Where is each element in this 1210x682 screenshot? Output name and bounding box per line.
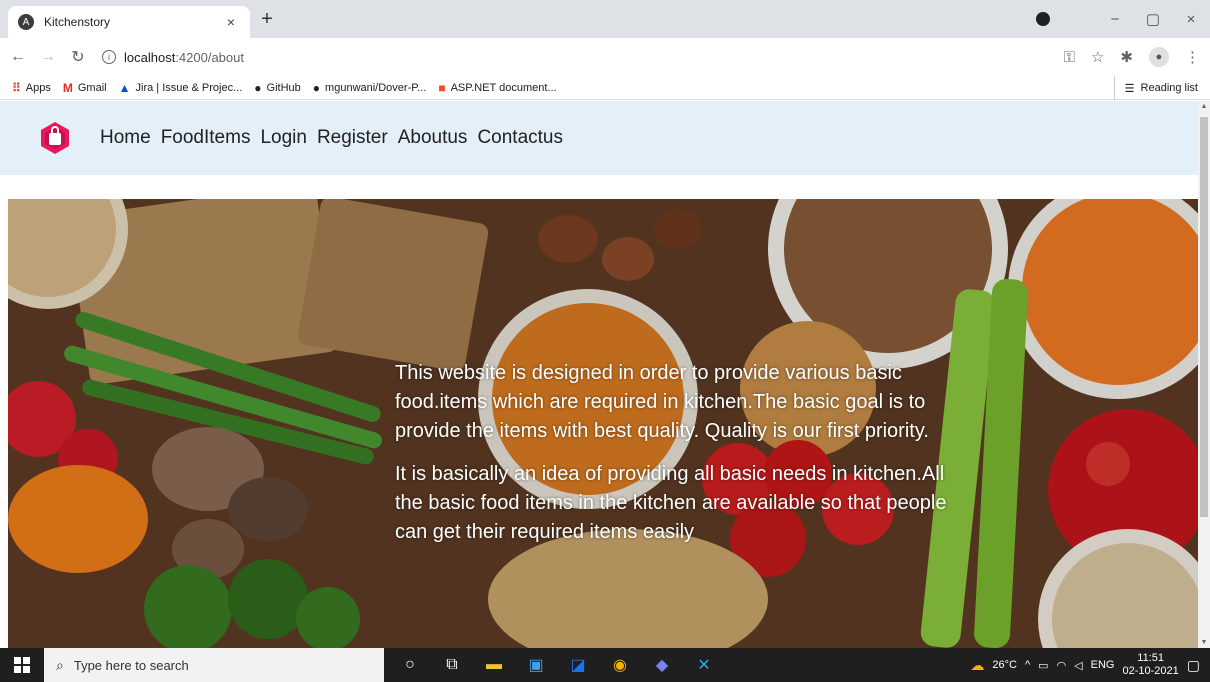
angular-favicon-icon: A <box>18 14 34 30</box>
bookmark-label: GitHub <box>266 81 301 94</box>
browser-tab[interactable]: A Kitchenstory × <box>8 6 250 38</box>
search-icon: ⌕ <box>56 656 64 673</box>
scroll-up-icon[interactable]: ▲ <box>1198 103 1210 110</box>
clock-time: 11:51 <box>1137 652 1164 664</box>
nav-contactus[interactable]: Contactus <box>477 127 563 149</box>
hero-food-image: This website is designed in order to pro… <box>8 199 1198 648</box>
gmail-icon: M <box>62 80 73 95</box>
bookmark-label: ASP.NET document... <box>450 81 557 94</box>
nav-login[interactable]: Login <box>260 127 307 149</box>
about-text: This website is designed in order to pro… <box>395 359 955 561</box>
file-explorer-icon[interactable]: ▬ <box>482 653 506 677</box>
bookmark-gmail[interactable]: M Gmail <box>63 81 107 95</box>
toolbar-actions: ⚿ ☆ ✱ ● ⋮ <box>1064 38 1200 76</box>
windows-start-button[interactable] <box>0 648 44 682</box>
jira-icon: ▲ <box>118 80 131 95</box>
profile-status-icon[interactable] <box>1036 12 1050 26</box>
nav-aboutus[interactable]: Aboutus <box>398 127 468 149</box>
reload-icon[interactable]: ↻ <box>66 47 90 67</box>
weather-temp[interactable]: 26°C <box>992 659 1017 671</box>
task-view-icon[interactable]: ⧉ <box>440 653 464 677</box>
about-paragraph-2: It is basically an idea of providing all… <box>395 463 947 543</box>
apps-grid-icon: ⠿ <box>12 80 21 95</box>
taskbar-apps: ○ ⧉ ▬ ▣ ◪ ◉ ◆ ✕ <box>398 653 716 677</box>
window-controls: − ▢ × <box>1096 0 1210 38</box>
scroll-down-icon[interactable]: ▼ <box>1198 639 1210 646</box>
vscode-icon[interactable]: ✕ <box>692 653 716 677</box>
tab-strip: A Kitchenstory × + − ▢ × <box>0 0 1210 38</box>
bookmark-label: Apps <box>25 81 51 94</box>
kitchenstory-logo[interactable] <box>38 121 72 155</box>
bookmark-star-icon[interactable]: ☆ <box>1091 48 1104 66</box>
site-info-icon[interactable]: i <box>102 50 116 64</box>
scrollbar-thumb[interactable] <box>1200 117 1208 517</box>
search-placeholder: Type here to search <box>73 657 189 673</box>
menu-kebab-icon[interactable]: ⋮ <box>1185 48 1200 66</box>
forward-icon[interactable]: → <box>36 48 60 66</box>
bookmark-jira[interactable]: ▲ Jira | Issue & Projec... <box>119 81 243 95</box>
url-path: :4200/about <box>175 49 244 65</box>
notifications-icon[interactable]: ▢ <box>1187 657 1200 674</box>
bookmark-dover[interactable]: ● mgunwani/Dover-P... <box>313 81 427 95</box>
nav-links: Home FoodItems Login Register Aboutus Co… <box>100 127 563 149</box>
github-icon: ● <box>254 80 262 95</box>
browser-toolbar: ← → ↻ i localhost:4200/about <box>0 38 1210 76</box>
site-navbar: Home FoodItems Login Register Aboutus Co… <box>0 101 1198 175</box>
outlook-icon[interactable]: ◪ <box>566 653 590 677</box>
tray-chevron-icon[interactable]: ^ <box>1025 659 1030 671</box>
page-scrollbar[interactable]: ▲ ▼ <box>1198 101 1210 648</box>
nav-register[interactable]: Register <box>317 127 388 149</box>
reading-list-button[interactable]: ☰ Reading list <box>1113 76 1198 100</box>
close-window-button[interactable]: × <box>1172 11 1210 28</box>
profile-avatar-icon[interactable]: ● <box>1149 47 1169 67</box>
bookmarks-bar: ⠿ Apps M Gmail ▲ Jira | Issue & Projec... ●… <box>0 76 1210 100</box>
nav-fooditems[interactable]: FoodItems <box>161 127 251 149</box>
about-paragraph-1: This website is designed in order to pro… <box>395 362 929 442</box>
password-key-icon[interactable]: ⚿ <box>1064 49 1075 66</box>
system-tray: ☁ 26°C ^ ▭ ◠ ◁ ENG 11:51 02-10-2021 ▢ <box>970 648 1210 682</box>
wifi-icon[interactable]: ◠ <box>1057 659 1067 672</box>
bookmark-label: Jira | Issue & Projec... <box>135 81 243 94</box>
cortana-icon[interactable]: ○ <box>398 653 422 677</box>
address-bar[interactable]: i localhost:4200/about <box>102 43 244 71</box>
clock-date: 02-10-2021 <box>1122 665 1179 677</box>
page-viewport: Home FoodItems Login Register Aboutus Co… <box>0 101 1198 648</box>
volume-icon[interactable]: ◁ <box>1074 659 1082 672</box>
bookmark-apps[interactable]: ⠿ Apps <box>12 81 51 95</box>
maximize-button[interactable]: ▢ <box>1134 10 1172 28</box>
bookmark-label: mgunwani/Dover-P... <box>325 81 427 94</box>
taskbar-search-box[interactable]: ⌕ Type here to search <box>44 648 384 682</box>
nav-home[interactable]: Home <box>100 127 151 149</box>
bookmark-aspnet[interactable]: ■ ASP.NET document... <box>438 81 556 95</box>
windows-taskbar: ⌕ Type here to search ○ ⧉ ▬ ▣ ◪ ◉ ◆ ✕ ☁ … <box>0 648 1210 682</box>
reading-list-icon: ☰ <box>1124 82 1135 95</box>
new-tab-button[interactable]: + <box>256 9 278 29</box>
language-indicator[interactable]: ENG <box>1091 659 1115 671</box>
microsoft-icon: ■ <box>438 80 446 95</box>
teams-icon[interactable]: ◆ <box>650 653 674 677</box>
bookmark-label: Gmail <box>77 81 107 94</box>
extensions-puzzle-icon[interactable]: ✱ <box>1120 48 1133 66</box>
tab-close-icon[interactable]: × <box>222 14 240 30</box>
minimize-button[interactable]: − <box>1096 11 1134 28</box>
battery-icon[interactable]: ▭ <box>1038 659 1048 672</box>
reading-list-label: Reading list <box>1140 82 1198 94</box>
clock[interactable]: 11:51 02-10-2021 <box>1122 652 1178 678</box>
github-icon: ● <box>312 80 321 95</box>
chrome-icon[interactable]: ◉ <box>608 653 632 677</box>
bookmark-github[interactable]: ● GitHub <box>254 81 301 95</box>
url-host: localhost <box>124 49 176 65</box>
back-icon[interactable]: ← <box>6 48 30 66</box>
tab-title: Kitchenstory <box>44 15 111 29</box>
weather-icon[interactable]: ☁ <box>970 657 984 674</box>
store-icon[interactable]: ▣ <box>524 653 548 677</box>
windows-logo-icon <box>14 657 30 673</box>
